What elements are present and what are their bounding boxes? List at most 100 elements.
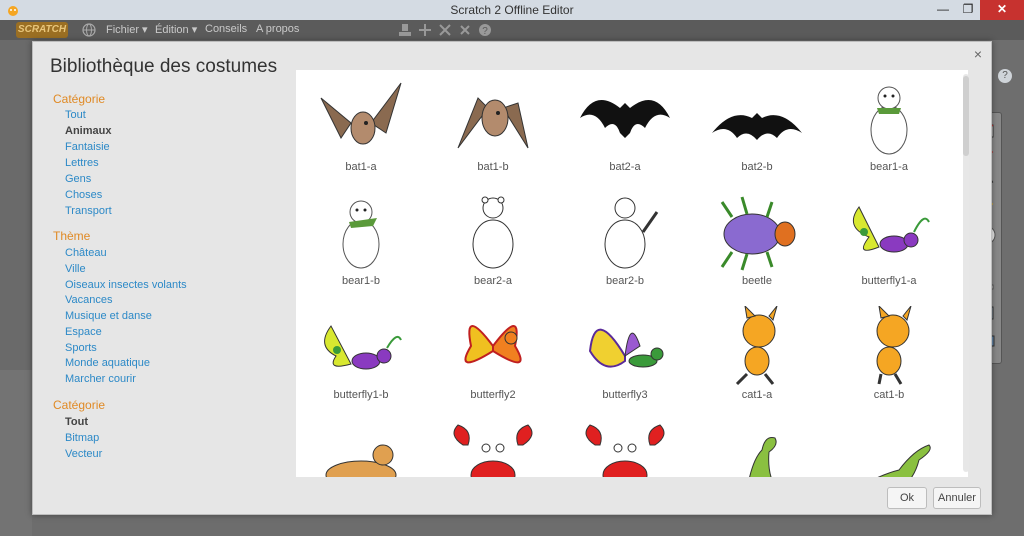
costume-partial-dinosaur[interactable] [692, 412, 822, 477]
menu-file[interactable]: Fichier ▾ [106, 23, 148, 36]
costume-label: butterfly1-a [861, 275, 917, 287]
polar-bear-thumbnail [870, 86, 908, 155]
move-arrows-icon[interactable] [418, 23, 432, 37]
type-heading: Catégorie [53, 398, 106, 412]
costume-library-dialog: Bibliothèque des costumes × Catégorie To… [32, 41, 992, 515]
costume-bear1-a[interactable]: bear1-a [824, 70, 954, 182]
category-item-choses[interactable]: Choses [65, 189, 102, 201]
costume-bat2-a[interactable]: bat2-a [560, 70, 690, 182]
theme-item-espace[interactable]: Espace [65, 326, 102, 338]
theme-heading: Thème [53, 229, 91, 243]
costume-label: butterfly2 [470, 389, 516, 401]
menu-about[interactable]: A propos [256, 23, 299, 35]
costume-label: bear2-b [606, 275, 644, 287]
costume-partial-cat[interactable] [296, 412, 426, 477]
crab-thumbnail [585, 424, 665, 477]
costume-cat1-b[interactable]: cat1-b [824, 298, 954, 410]
scratch-cat-thumbnail [735, 306, 778, 386]
theme-item-vacances[interactable]: Vacances [65, 294, 113, 306]
theme-item-marcher-courir[interactable]: Marcher courir [65, 373, 136, 385]
beetle-thumbnail [720, 196, 796, 271]
costume-butterfly1-a[interactable]: butterfly1-a [824, 184, 954, 296]
scratch-menubar: SCRATCH Fichier ▾ Édition ▾ Conseils A p… [0, 20, 1024, 40]
category-item-transport[interactable]: Transport [65, 205, 112, 217]
costume-grid-scrollbar[interactable] [963, 74, 969, 472]
crab-thumbnail [453, 424, 533, 477]
theme-item-oiseaux[interactable]: Oiseaux insectes volants [65, 279, 187, 291]
bat-black-thumbnail [580, 100, 670, 138]
ok-button[interactable]: Ok [887, 487, 927, 509]
close-icon[interactable]: × [971, 47, 985, 61]
butterfly-thumbnail [588, 328, 664, 368]
theme-item-musique[interactable]: Musique et danse [65, 310, 152, 322]
butterfly-thumbnail [852, 206, 930, 253]
maximize-button[interactable]: ❐ [955, 0, 981, 20]
costume-bat1-a[interactable]: bat1-a [296, 70, 426, 182]
scrollbar-thumb[interactable] [963, 76, 969, 156]
theme-item-monde-aquatique[interactable]: Monde aquatique [65, 357, 150, 369]
category-item-tout[interactable]: Tout [65, 109, 86, 121]
costume-cat1-a[interactable]: cat1-a [692, 298, 822, 410]
window-titlebar: Scratch 2 Offline Editor — ❐ ✕ [0, 0, 1024, 20]
category-item-gens[interactable]: Gens [65, 173, 91, 185]
type-item-vecteur[interactable]: Vecteur [65, 448, 102, 460]
costume-bat1-b[interactable]: bat1-b [428, 70, 558, 182]
costume-partial-dinosaur-2[interactable] [824, 412, 954, 477]
theme-item-ville[interactable]: Ville [65, 263, 86, 275]
costume-partial-crab[interactable] [428, 412, 558, 477]
costume-bat2-b[interactable]: bat2-b [692, 70, 822, 182]
theme-item-sports[interactable]: Sports [65, 342, 97, 354]
help-icon[interactable]: ? [478, 23, 492, 37]
costume-label: butterfly1-b [333, 389, 389, 401]
category-item-animaux[interactable]: Animaux [65, 125, 111, 137]
menu-edit[interactable]: Édition ▾ [155, 23, 197, 36]
svg-text:?: ? [482, 26, 488, 37]
minimize-button[interactable]: — [930, 0, 956, 20]
bear-outline-thumbnail [604, 197, 659, 269]
lying-cat-thumbnail [325, 444, 397, 477]
costume-grid: bat1-a bat1-b bat2-a bat2-b bear1-a bear… [296, 70, 968, 477]
butterfly-thumbnail [324, 325, 402, 370]
background-sprite-pane [0, 370, 32, 536]
costume-butterfly3[interactable]: butterfly3 [560, 298, 690, 410]
bat-brown-thumbnail [457, 97, 529, 149]
costume-bear2-a[interactable]: bear2-a [428, 184, 558, 296]
costume-partial-crab-2[interactable] [560, 412, 690, 477]
costume-butterfly2[interactable]: butterfly2 [428, 298, 558, 410]
costume-beetle[interactable]: beetle [692, 184, 822, 296]
theme-item-chateau[interactable]: Château [65, 247, 107, 259]
costume-label: bear1-a [870, 161, 908, 173]
costume-bear1-b[interactable]: bear1-b [296, 184, 426, 296]
help-circle-icon[interactable]: ? [998, 69, 1012, 83]
costume-label: beetle [742, 275, 772, 287]
type-item-tout[interactable]: Tout [65, 416, 88, 428]
costume-label: cat1-b [873, 389, 905, 401]
menu-tips[interactable]: Conseils [205, 23, 247, 35]
bear-outline-thumbnail [472, 196, 514, 269]
dialog-title: Bibliothèque des costumes [50, 56, 278, 77]
costume-bear2-b[interactable]: bear2-b [560, 184, 690, 296]
type-item-bitmap[interactable]: Bitmap [65, 432, 99, 444]
category-item-fantaisie[interactable]: Fantaisie [65, 141, 110, 153]
globe-icon[interactable] [82, 23, 96, 37]
dinosaur-thumbnail [877, 444, 931, 477]
polar-bear-thumbnail [342, 200, 380, 269]
costume-label: butterfly3 [602, 389, 648, 401]
grow-icon[interactable] [438, 23, 452, 37]
costume-label: bat1-a [345, 161, 377, 173]
scratch-logo[interactable]: SCRATCH [16, 22, 68, 38]
costume-label: bear1-b [342, 275, 380, 287]
category-item-lettres[interactable]: Lettres [65, 157, 99, 169]
butterfly-thumbnail [464, 325, 522, 364]
costume-butterfly1-b[interactable]: butterfly1-b [296, 298, 426, 410]
close-window-button[interactable]: ✕ [980, 0, 1024, 20]
bat-brown-thumbnail [320, 82, 402, 145]
shrink-icon[interactable] [458, 23, 472, 37]
scratch-cat-thumbnail [876, 306, 912, 385]
costume-label: bear2-a [474, 275, 512, 287]
window-title: Scratch 2 Offline Editor [450, 3, 574, 17]
bat-black-thumbnail [712, 113, 802, 140]
costume-label: bat2-a [609, 161, 641, 173]
duplicate-stamp-icon[interactable] [398, 23, 412, 37]
cancel-button[interactable]: Annuler [933, 487, 981, 509]
